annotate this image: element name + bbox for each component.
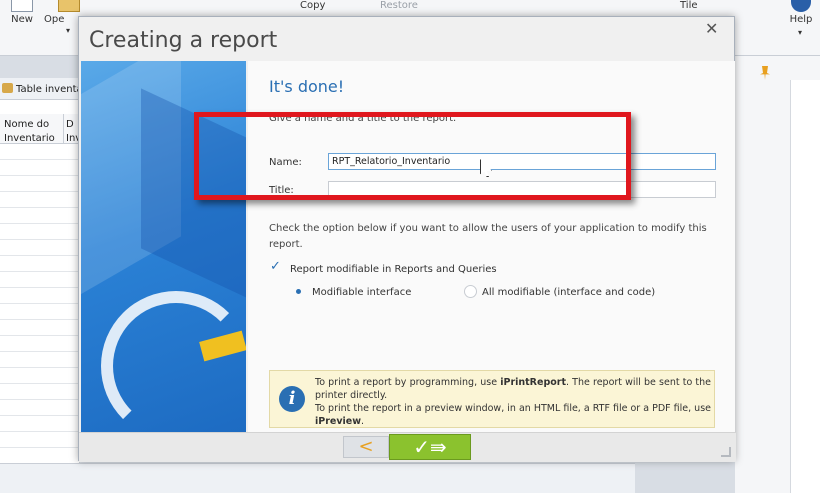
resize-grip-icon[interactable] xyxy=(721,447,731,457)
left-pane: Table inventa Nome do Inventario D Inv xyxy=(0,78,80,463)
folder-icon xyxy=(58,0,80,12)
ipreview-link[interactable]: iPreview xyxy=(315,416,361,427)
info-icon: i xyxy=(279,386,305,412)
new-button[interactable]: New xyxy=(4,0,40,25)
step-subtext: Give a name and a title to the report. xyxy=(269,113,457,124)
step-heading: It's done! xyxy=(269,77,345,96)
table-icon xyxy=(2,83,13,93)
help-label: Help xyxy=(789,14,813,25)
info-box: i To print a report by programming, use … xyxy=(269,370,715,428)
wizard-footer: < ✓⇛ xyxy=(79,432,736,462)
report-modifiable-checkbox[interactable] xyxy=(269,259,283,276)
close-icon[interactable]: ✕ xyxy=(705,19,718,38)
modifiable-interface-radio[interactable] xyxy=(292,285,305,298)
wizard-side-illustration xyxy=(81,61,246,432)
table-grid[interactable] xyxy=(0,144,80,462)
table-pane-title[interactable]: Table inventa xyxy=(0,78,80,100)
finish-button[interactable]: ✓⇛ xyxy=(389,434,471,460)
modifiable-interface-label[interactable]: Modifiable interface xyxy=(312,287,411,298)
all-modifiable-label[interactable]: All modifiable (interface and code) xyxy=(482,287,655,298)
tile-button[interactable]: Tile xyxy=(680,0,698,11)
report-wizard-dialog: Creating a report ✕ It's done! Give a na… xyxy=(78,16,736,462)
help-dropdown-icon[interactable]: ▾ xyxy=(798,28,802,37)
all-modifiable-radio[interactable] xyxy=(464,285,477,298)
restore-label: Restore xyxy=(380,0,418,11)
dialog-title: Creating a report xyxy=(89,28,278,53)
open-dropdown-icon[interactable]: ▾ xyxy=(66,26,70,35)
help-button[interactable]: Help xyxy=(782,0,820,25)
iprintreport-link[interactable]: iPrintReport xyxy=(500,377,566,388)
tile-label: Tile xyxy=(680,0,698,11)
new-document-icon xyxy=(11,0,33,12)
option-description: Check the option below if you want to al… xyxy=(269,223,707,250)
copy-button[interactable]: Copy xyxy=(300,0,325,11)
wizard-content: It's done! Give a name and a title to th… xyxy=(248,61,735,432)
back-button[interactable]: < xyxy=(343,436,389,458)
title-label: Title: xyxy=(269,185,294,196)
help-icon xyxy=(791,0,811,12)
new-label: New xyxy=(11,14,33,25)
copy-label: Copy xyxy=(300,0,326,11)
info-text: To print a report by programming, use iP… xyxy=(315,377,712,427)
bottom-toolbar xyxy=(0,463,635,493)
report-title-input[interactable] xyxy=(328,181,716,198)
open-label: Ope xyxy=(44,14,65,25)
report-modifiable-label[interactable]: Report modifiable in Reports and Queries xyxy=(290,264,497,275)
right-pane-panel xyxy=(790,80,820,493)
open-button[interactable]: Ope xyxy=(44,0,80,25)
column-header-nome[interactable]: Nome do Inventario xyxy=(0,114,64,144)
name-label: Name: xyxy=(269,157,302,168)
restore-button[interactable]: Restore xyxy=(380,0,418,11)
report-name-input[interactable] xyxy=(328,153,716,170)
